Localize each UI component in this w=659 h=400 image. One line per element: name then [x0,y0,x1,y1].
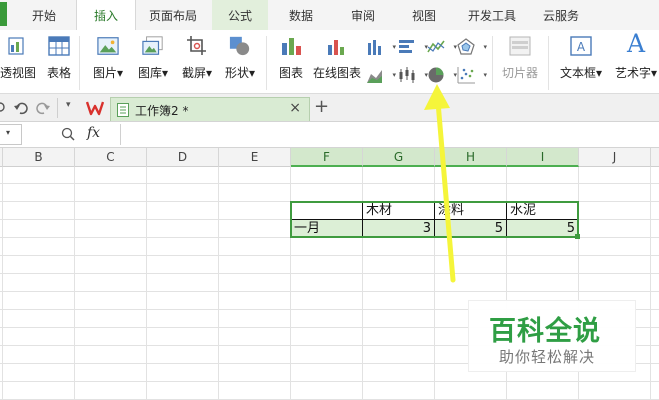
watermark-title: 百科全说 [489,316,601,347]
wordart-icon: A [626,29,646,58]
zoom-search-icon[interactable] [61,127,75,142]
online-chart-icon [328,40,344,55]
shapes-button[interactable]: 形状▾ [220,30,260,92]
column-chart-dropdown[interactable]: ▾ [366,38,396,56]
watermark: 百科全说 助你轻松解决 [468,300,636,372]
pivot-chart-button[interactable]: 透视图 [0,30,38,92]
wordart-button[interactable]: A 艺术字▾ [610,30,659,92]
tab-view[interactable]: 视图 [398,0,450,30]
toolbar-divider [57,98,58,118]
insert-function-button[interactable]: fx [87,125,100,141]
screenshot-label: 截屏▾ [181,66,213,80]
line-chart-dropdown[interactable]: ▾ [427,38,457,56]
ribbon-divider [79,36,80,90]
ribbon-tab-bar: 开始 插入 页面布局 公式 数据 审阅 视图 开发工具 云服务 [0,0,659,30]
column-header-j[interactable]: J [579,148,651,167]
spreadsheet-window: 开始 插入 页面布局 公式 数据 审阅 视图 开发工具 云服务 透视图 表格 图… [0,0,659,400]
slicer-label: 切片器 [501,66,538,80]
column-header-b[interactable]: B [3,148,75,167]
wordart-label: 艺术字▾ [614,66,658,80]
close-tab-icon[interactable]: × [289,100,301,116]
shapes-icon [229,36,250,56]
new-tab-button[interactable]: + [314,96,329,117]
column-header-i[interactable]: I [507,148,579,167]
screenshot-icon [187,36,206,55]
svg-text:A: A [577,40,586,54]
tab-page-layout[interactable]: 页面布局 [141,0,205,30]
table-label: 表格 [46,66,71,80]
online-chart-label: 在线图表 [312,66,361,80]
picture-icon [97,37,119,55]
slicer-button[interactable]: 切片器 [498,30,542,92]
fill-handle[interactable] [575,234,580,239]
column-headers: B C D E F G H I J [0,148,659,167]
tab-formulas[interactable]: 公式 [212,0,268,30]
picture-button[interactable]: 图片▾ [88,30,128,92]
gallery-icon [142,36,163,55]
ribbon-divider [548,36,549,90]
tab-edge-marker [0,2,7,26]
redo-icon[interactable] [36,101,50,115]
search-icon[interactable] [0,101,6,115]
area-chart-dropdown[interactable]: ▾ [366,66,396,84]
customize-quick-access[interactable]: ▾ [66,100,71,110]
radar-chart-dropdown[interactable]: ▾ [457,38,487,56]
tab-data[interactable]: 数据 [275,0,327,30]
slicer-icon [509,36,531,56]
document-tab-bar: ▾ 工作簿2 * × + [0,94,659,122]
formula-bar: ▾ fx [0,122,659,148]
picture-label: 图片▾ [92,66,124,80]
gallery-label: 图库▾ [137,66,169,80]
tab-cloud[interactable]: 云服务 [530,0,592,30]
online-chart-button[interactable]: 在线图表 [312,30,362,92]
textbox-button[interactable]: A 文本框▾ [556,30,606,92]
wps-logo-icon[interactable] [86,100,104,116]
radar-chart-icon [457,38,475,55]
document-tab-title: 工作簿2 * [135,104,189,118]
line-chart-icon [427,40,445,53]
name-box[interactable]: ▾ [0,124,22,145]
tab-developer[interactable]: 开发工具 [458,0,526,30]
pivot-icon [8,37,24,55]
undo-icon[interactable] [14,101,28,115]
column-header-c[interactable]: C [75,148,147,167]
tab-review[interactable]: 审阅 [337,0,389,30]
tab-home[interactable]: 开始 [18,0,70,30]
textbox-icon: A [570,36,592,56]
column-header-f[interactable]: F [291,148,363,167]
chart-label: 图表 [278,66,303,80]
spreadsheet-file-icon [117,103,129,117]
ribbon-toolbar: 透视图 表格 图片▾ 图库▾ 截屏▾ 形状▾ 图表 在线图表 ▾ ▾ ▾ ▾ ▾… [0,30,659,94]
textbox-label: 文本框▾ [559,66,603,80]
table-button[interactable]: 表格 [43,30,75,92]
tab-insert[interactable]: 插入 [76,0,136,30]
chart-button[interactable]: 图表 [274,30,308,92]
bar-chart-icon [399,40,414,53]
shapes-label: 形状▾ [224,66,256,80]
stock-chart-icon [399,67,415,83]
bar-chart-dropdown[interactable]: ▾ [398,38,428,56]
area-chart-icon [367,70,382,83]
document-tab[interactable]: 工作簿2 * × [110,97,310,121]
pivot-chart-label: 透视图 [0,66,36,80]
chart-icon [282,38,301,55]
watermark-subtitle: 助你轻松解决 [499,348,596,366]
column-header-e[interactable]: E [219,148,291,167]
formula-input[interactable] [120,124,659,145]
ribbon-divider [492,36,493,90]
table-icon [48,36,70,56]
gallery-button[interactable]: 图库▾ [133,30,173,92]
column-header-d[interactable]: D [147,148,219,167]
column-chart-icon [368,40,381,55]
ribbon-divider [266,36,267,90]
screenshot-button[interactable]: 截屏▾ [178,30,216,92]
annotation-arrow [424,84,456,283]
